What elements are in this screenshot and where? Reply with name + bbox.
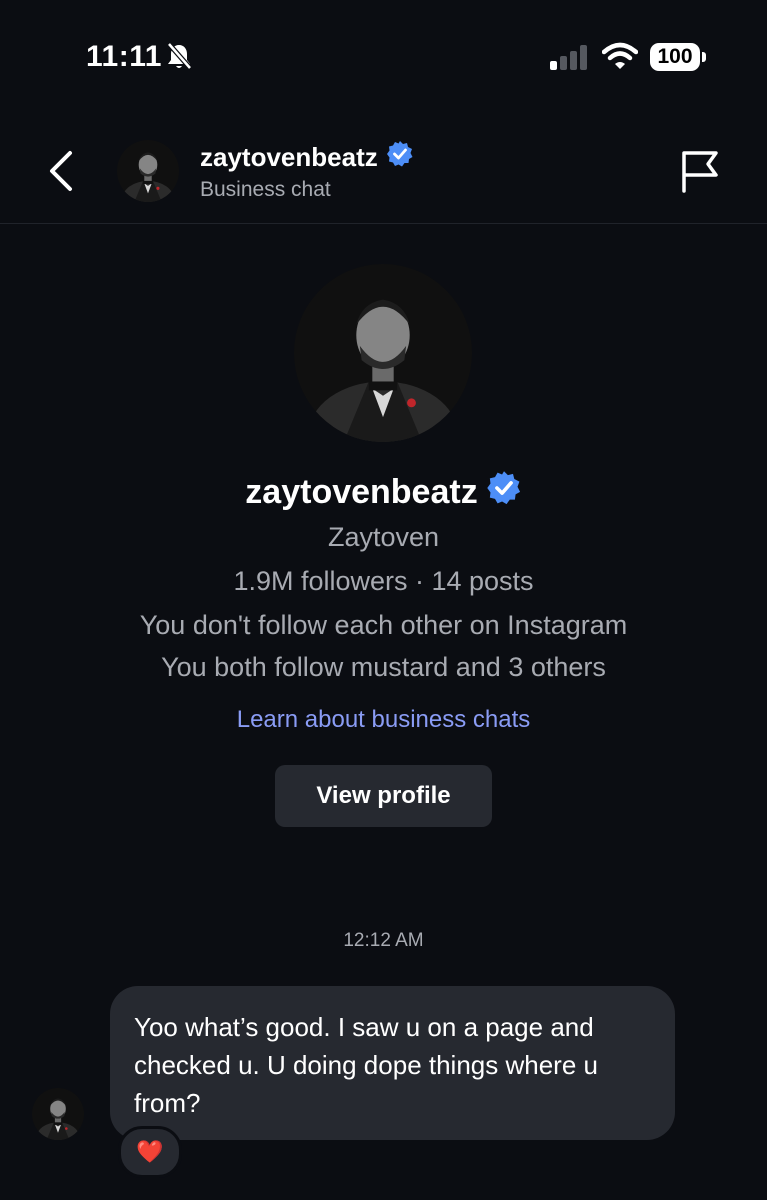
report-button[interactable] (672, 146, 728, 196)
profile-avatar[interactable] (294, 264, 472, 442)
bell-slash-icon (166, 42, 192, 75)
profile-username: zaytovenbeatz (245, 473, 478, 511)
wifi-icon (601, 42, 639, 75)
verified-badge-icon (486, 470, 522, 515)
profile-username-row: zaytovenbeatz (0, 470, 767, 515)
view-profile-button[interactable]: View profile (275, 765, 492, 827)
follow-status: You don't follow each other on Instagram (139, 610, 628, 640)
header-subtitle: Business chat (200, 178, 331, 201)
battery-icon: 100 (650, 43, 700, 71)
learn-business-chats-link[interactable]: Learn about business chats (0, 706, 767, 734)
message-timestamp: 12:12 AM (343, 930, 424, 951)
cellular-signal-icon (550, 44, 590, 75)
header-avatar[interactable] (117, 140, 179, 202)
chat-header: zaytovenbeatz Business chat (0, 110, 767, 224)
battery-tip (702, 52, 706, 62)
header-username-row[interactable]: zaytovenbeatz (200, 140, 414, 175)
header-username: zaytovenbeatz (200, 142, 378, 172)
profile-full-name: Zaytoven (327, 522, 440, 552)
flag-icon (682, 151, 718, 193)
verified-badge-icon (386, 140, 414, 175)
back-button[interactable] (36, 146, 86, 196)
heart-icon: ❤️ (136, 1139, 164, 1165)
mutual-followers: You both follow mustard and 3 others (161, 652, 606, 682)
heart-reaction[interactable]: ❤️ (118, 1126, 182, 1178)
message-bubble[interactable]: Yoo what’s good. I saw u on a page and c… (110, 986, 675, 1140)
chevron-left-icon (50, 151, 72, 191)
profile-stats: 1.9M followers · 14 posts (233, 566, 534, 596)
status-time: 11:11 (86, 40, 162, 73)
status-bar: 11:11 100 (0, 0, 767, 110)
message-avatar[interactable] (32, 1088, 84, 1140)
